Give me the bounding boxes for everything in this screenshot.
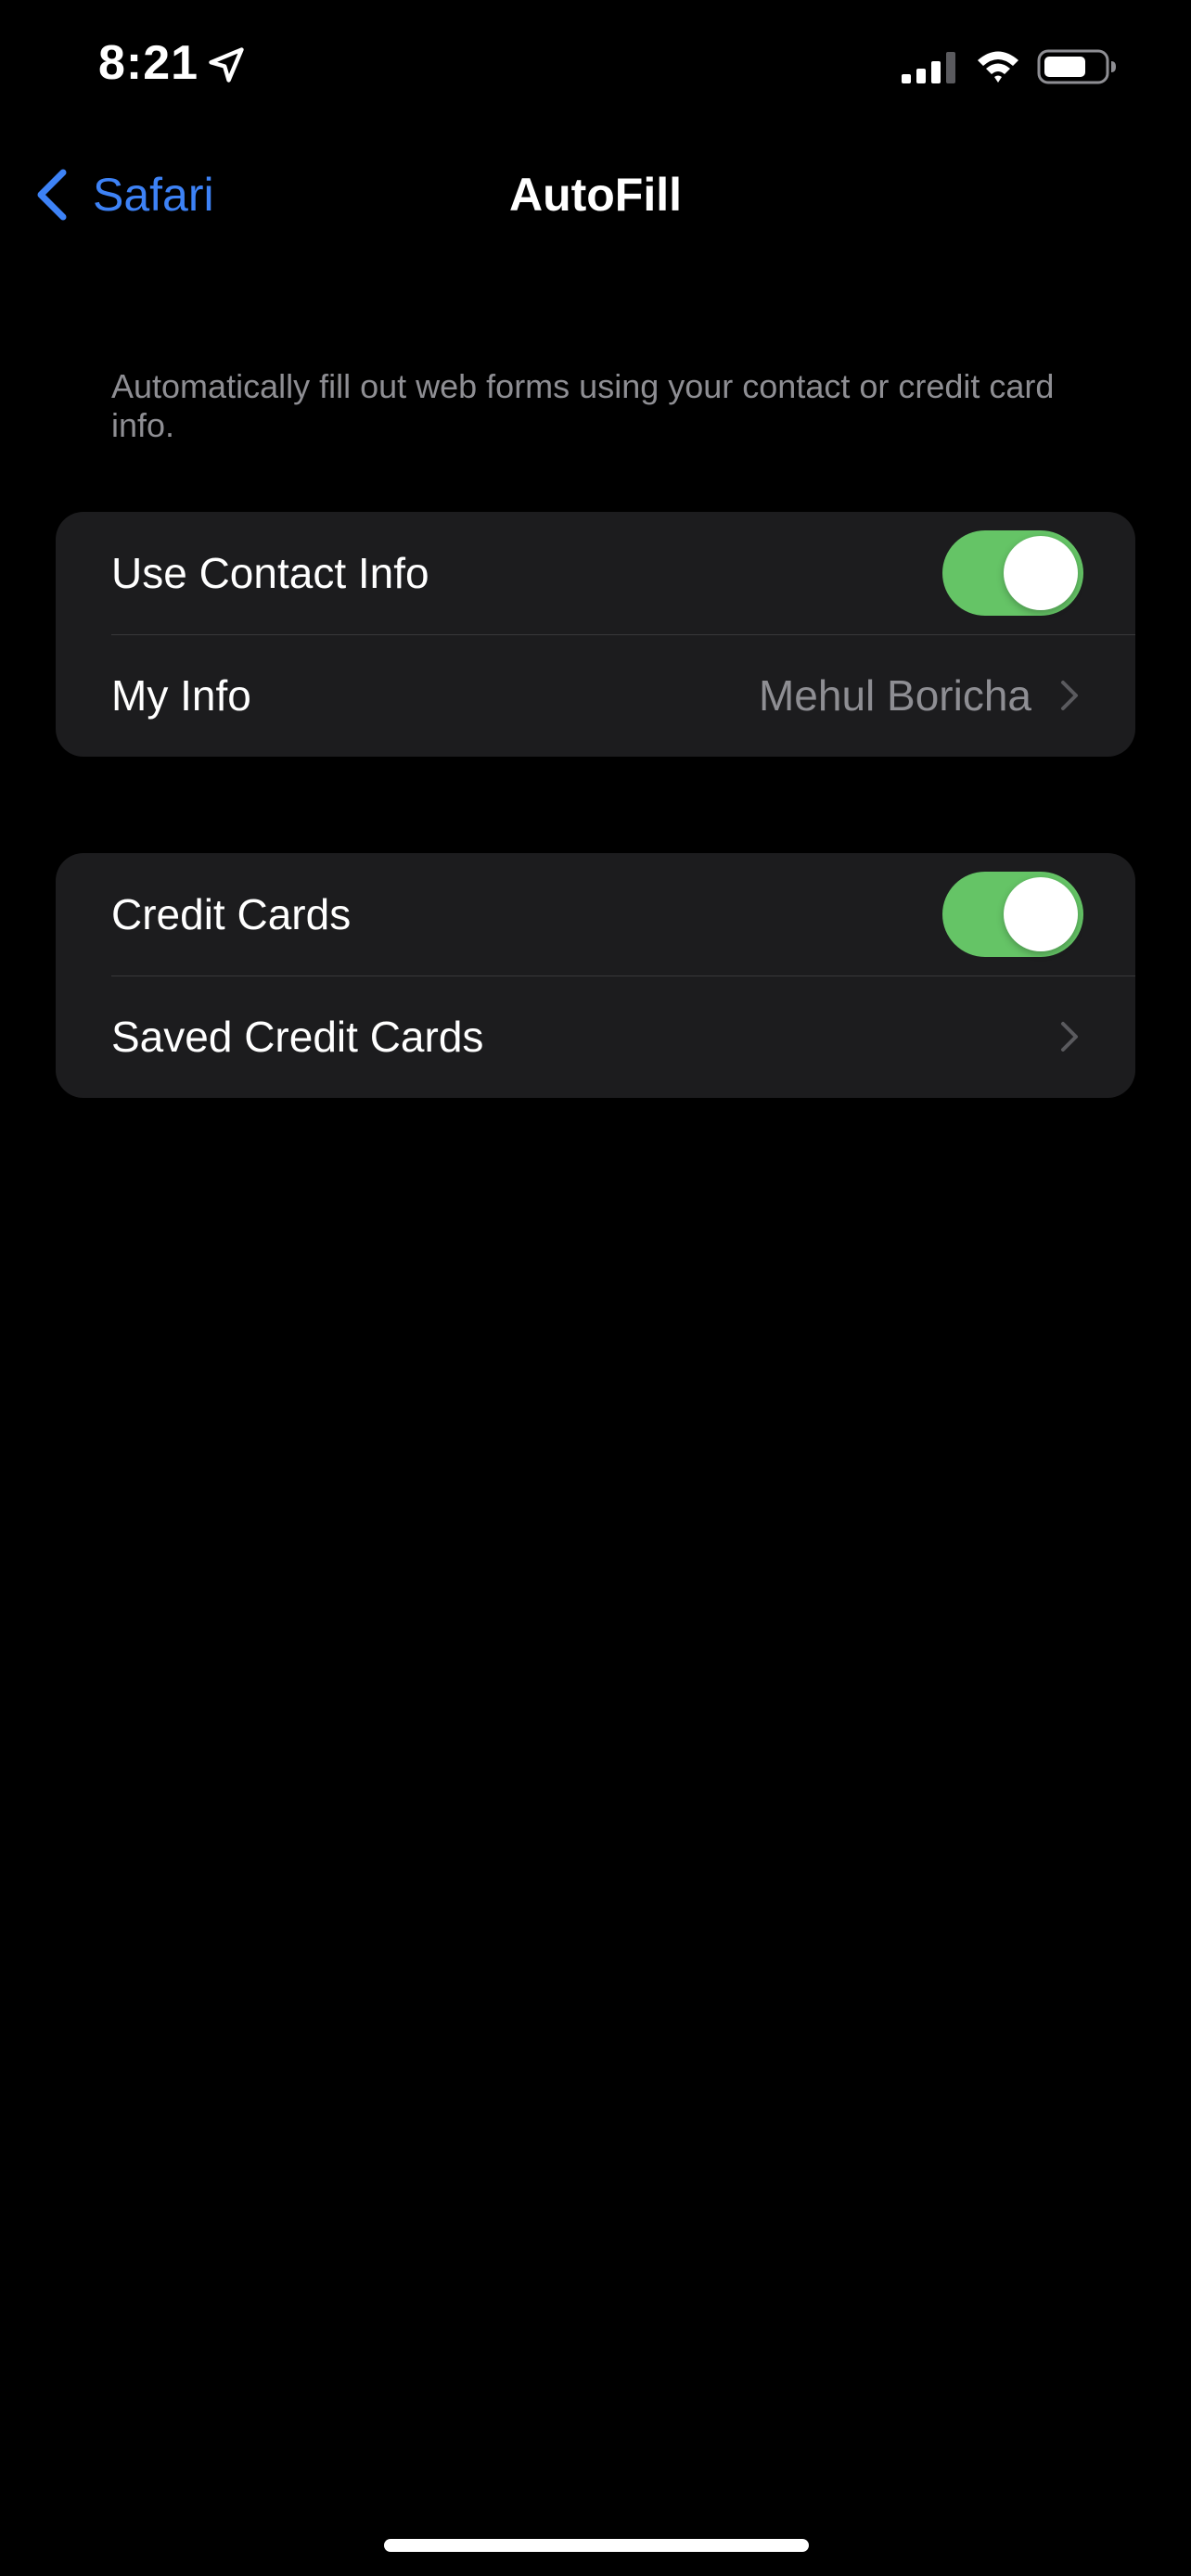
battery-icon	[1037, 49, 1116, 84]
use-contact-info-row: Use Contact Info	[56, 512, 1135, 634]
toggle-knob	[1004, 536, 1078, 610]
my-info-row[interactable]: My Info Mehul Boricha	[56, 634, 1135, 757]
row-label: Saved Credit Cards	[111, 1013, 484, 1061]
use-contact-info-toggle[interactable]	[942, 530, 1083, 616]
toggle-knob	[1004, 877, 1078, 951]
credit-cards-row: Credit Cards	[56, 853, 1135, 976]
location-arrow-icon	[209, 47, 244, 83]
status-bar: 8:21	[0, 0, 1191, 139]
wifi-icon	[978, 51, 1018, 83]
chevron-right-icon	[1061, 681, 1078, 710]
navigation-bar: Safari AutoFill	[0, 139, 1191, 250]
contact-info-group: Use Contact Info My Info Mehul Boricha	[56, 512, 1135, 757]
back-label: Safari	[93, 169, 214, 221]
my-info-value: Mehul Boricha	[758, 671, 1031, 720]
row-label: Use Contact Info	[111, 549, 429, 597]
row-label: My Info	[111, 671, 251, 720]
cellular-signal-icon	[902, 52, 955, 83]
credit-cards-toggle[interactable]	[942, 872, 1083, 957]
chevron-right-icon	[1061, 1022, 1078, 1052]
status-time: 8:21	[98, 36, 199, 90]
row-label: Credit Cards	[111, 890, 352, 938]
saved-credit-cards-row[interactable]: Saved Credit Cards	[56, 976, 1135, 1098]
chevron-left-icon	[37, 169, 67, 221]
home-indicator[interactable]	[384, 2539, 809, 2552]
back-button[interactable]: Safari	[33, 158, 214, 232]
section-description: Automatically fill out web forms using y…	[111, 367, 1055, 444]
credit-cards-group: Credit Cards Saved Credit Cards	[56, 853, 1135, 1098]
